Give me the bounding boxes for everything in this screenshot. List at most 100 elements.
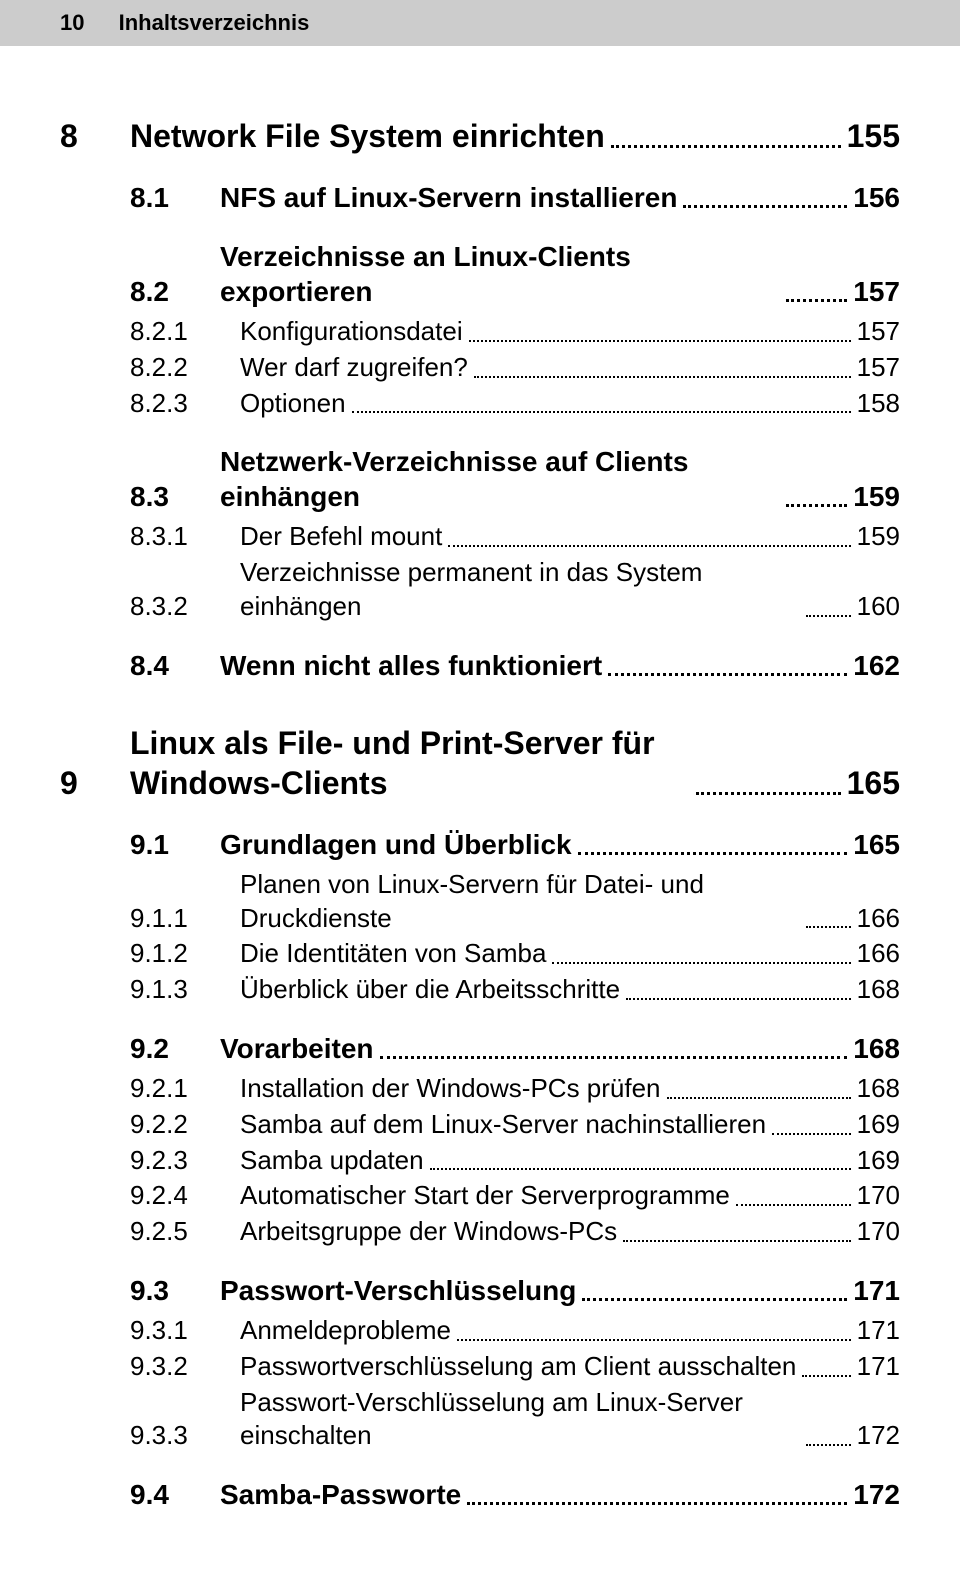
toc-leader [430,1167,851,1170]
toc-num: 8.3 [60,479,220,514]
toc-title: Installation der Windows-PCs prüfen [240,1072,661,1106]
toc-page: 160 [857,590,900,624]
toc-page: 171 [853,1273,900,1308]
toc-section: 9.4 Samba-Passworte 172 [60,1477,900,1512]
toc-num: 8.4 [60,648,220,683]
toc-title: Linux als File- und Print-Server für Win… [130,723,690,803]
toc-subsection: 9.1.1 Planen von Linux-Servern für Datei… [60,868,900,936]
toc-num: 8.2 [60,274,220,309]
toc-title: Grundlagen und Überblick [220,827,572,862]
toc-leader [802,1374,850,1377]
page: { "header": { "page_no": "10", "label": … [0,0,960,1585]
toc-page: 157 [853,274,900,309]
toc-section: 9.1 Grundlagen und Überblick 165 [60,827,900,862]
toc-section: 9.2 Vorarbeiten 168 [60,1031,900,1066]
toc-title: Wenn nicht alles funktioniert [220,648,602,683]
toc-num: 9.1.2 [60,937,240,971]
toc-leader [469,339,851,342]
toc-page: 169 [857,1108,900,1142]
toc-num: 8.2.3 [60,387,240,421]
toc-title: Vorarbeiten [220,1031,374,1066]
toc-title: Netzwerk-Verzeichnisse auf Clients einhä… [220,444,780,514]
toc-num: 9.3.3 [60,1419,240,1453]
toc-title: Verzeichnisse an Linux-Clients exportier… [220,239,780,309]
toc-subsection: 9.2.5 Arbeitsgruppe der Windows-PCs 170 [60,1215,900,1249]
toc-leader [467,1501,847,1505]
toc-title: Samba updaten [240,1144,424,1178]
toc-page: 166 [857,902,900,936]
toc-num: 9.1 [60,827,220,862]
toc-leader [696,791,841,795]
toc-page: 172 [857,1419,900,1453]
toc-title: Der Befehl mount [240,520,442,554]
page-number: 10 [60,10,84,36]
toc-leader [552,961,850,964]
toc-title: Samba-Passworte [220,1477,461,1512]
toc-page: 170 [857,1215,900,1249]
toc-leader [806,1443,851,1446]
toc-title: Passwort-Verschlüsselung [220,1273,576,1308]
toc-subsection: 9.2.3 Samba updaten 169 [60,1144,900,1178]
toc-content: 8 Network File System einrichten 155 8.1… [0,46,960,1548]
toc-title: Anmeldeprobleme [240,1314,451,1348]
toc-subsection: 8.2.2 Wer darf zugreifen? 157 [60,351,900,385]
toc-page: 159 [857,520,900,554]
toc-title: NFS auf Linux-Servern installieren [220,180,677,215]
toc-leader [582,1297,847,1301]
toc-page: 162 [853,648,900,683]
toc-num: 9.2.2 [60,1108,240,1142]
toc-section: 8.2 Verzeichnisse an Linux-Clients expor… [60,239,900,309]
toc-leader [683,204,847,208]
toc-leader [474,375,851,378]
toc-page: 157 [857,351,900,385]
toc-leader [448,544,850,547]
toc-subsection: 9.3.2 Passwortverschlüsselung am Client … [60,1350,900,1384]
toc-page: 155 [847,116,900,156]
toc-page: 169 [857,1144,900,1178]
toc-num: 9.2.1 [60,1072,240,1106]
toc-num: 9.2.4 [60,1179,240,1213]
toc-section: 9.3 Passwort-Verschlüsselung 171 [60,1273,900,1308]
toc-leader [736,1203,851,1206]
toc-num: 8.1 [60,180,220,215]
toc-title: Automatischer Start der Serverprogramme [240,1179,730,1213]
toc-page: 171 [857,1314,900,1348]
toc-title: Samba auf dem Linux-Server nachinstallie… [240,1108,766,1142]
toc-title: Konfigurationsdatei [240,315,463,349]
toc-page: 168 [857,973,900,1007]
toc-leader [578,851,848,855]
toc-subsection: 9.2.1 Installation der Windows-PCs prüfe… [60,1072,900,1106]
toc-chapter-8: 8 Network File System einrichten 155 [60,116,900,156]
toc-num: 8.3.1 [60,520,240,554]
toc-page: 157 [857,315,900,349]
toc-page: 166 [857,937,900,971]
toc-page: 165 [853,827,900,862]
toc-subsection: 8.3.1 Der Befehl mount 159 [60,520,900,554]
toc-title: Arbeitsgruppe der Windows-PCs [240,1215,617,1249]
toc-subsection: 8.3.2 Verzeichnisse permanent in das Sys… [60,556,900,624]
toc-leader [611,144,841,148]
toc-leader [806,925,851,928]
toc-title: Planen von Linux-Servern für Datei- und … [240,868,800,936]
header-label: Inhaltsverzeichnis [119,10,310,36]
toc-page: 165 [847,763,900,803]
toc-leader [667,1096,851,1099]
toc-page: 171 [857,1350,900,1384]
toc-num: 9.2 [60,1031,220,1066]
toc-leader [806,614,851,617]
toc-section: 8.4 Wenn nicht alles funktioniert 162 [60,648,900,683]
toc-subsection: 8.2.3 Optionen 158 [60,387,900,421]
toc-num: 8.2.2 [60,351,240,385]
toc-leader [608,672,847,676]
toc-page: 168 [857,1072,900,1106]
toc-leader [626,997,851,1000]
toc-page: 172 [853,1477,900,1512]
toc-subsection: 8.2.1 Konfigurationsdatei 157 [60,315,900,349]
toc-title: Passwortverschlüsselung am Client aussch… [240,1350,796,1384]
toc-title: Verzeichnisse permanent in das System ei… [240,556,800,624]
toc-leader [457,1338,851,1341]
toc-num: 9.2.5 [60,1215,240,1249]
toc-section: 8.3 Netzwerk-Verzeichnisse auf Clients e… [60,444,900,514]
toc-leader [352,410,851,413]
page-header: 10 Inhaltsverzeichnis [0,10,960,36]
